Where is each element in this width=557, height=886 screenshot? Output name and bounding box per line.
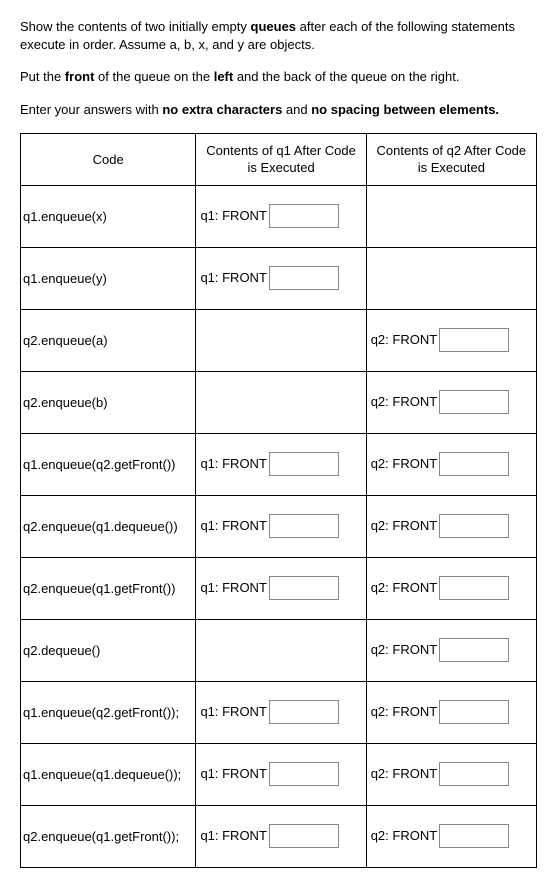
q2-answer-input[interactable] [439, 638, 509, 662]
text: Enter your answers with [20, 102, 162, 117]
table-row: q2.dequeue() q2: FRONT [21, 619, 537, 681]
text: of the queue on the [94, 69, 213, 84]
header-code: Code [21, 133, 196, 185]
table-row: q1.enqueue(q1.dequeue()); q1: FRONT q2: FR… [21, 743, 537, 805]
instruction-line-3: Enter your answers with no extra charact… [20, 101, 537, 119]
q2-front-label: q2: FRONT [371, 518, 437, 533]
text: Show the contents of two initially empty [20, 19, 251, 34]
q1-answer-input[interactable] [269, 204, 339, 228]
q2-cell: q2: FRONT [366, 557, 536, 619]
q1-answer-input[interactable] [269, 824, 339, 848]
q2-cell: q2: FRONT [366, 495, 536, 557]
q1-cell: q1: FRONT [196, 743, 366, 805]
bold-text: no extra characters [162, 102, 282, 117]
instructions: Show the contents of two initially empty… [20, 18, 537, 119]
bold-text: front [65, 69, 95, 84]
code-cell: q2.enqueue(q1.getFront()); [21, 805, 196, 867]
q2-answer-input[interactable] [439, 762, 509, 786]
code-cell: q2.enqueue(a) [21, 309, 196, 371]
q2-answer-input[interactable] [439, 390, 509, 414]
q2-cell: q2: FRONT [366, 371, 536, 433]
q2-answer-input[interactable] [439, 514, 509, 538]
code-cell: q2.dequeue() [21, 619, 196, 681]
table-row: q1.enqueue(x) q1: FRONT [21, 185, 537, 247]
q1-cell: q1: FRONT [196, 185, 366, 247]
table-row: q2.enqueue(q1.getFront()); q1: FRONT q2: F… [21, 805, 537, 867]
q2-cell [366, 247, 536, 309]
table-row: q2.enqueue(q1.dequeue()) q1: FRONT q2: FRO… [21, 495, 537, 557]
bold-text: queues [251, 19, 297, 34]
bold-text: left [214, 69, 234, 84]
q1-front-label: q1: FRONT [200, 518, 266, 533]
q2-front-label: q2: FRONT [371, 828, 437, 843]
code-cell: q2.enqueue(q1.getFront()) [21, 557, 196, 619]
q2-front-label: q2: FRONT [371, 642, 437, 657]
q1-answer-input[interactable] [269, 576, 339, 600]
table-row: q2.enqueue(q1.getFront()) q1: FRONT q2: FR… [21, 557, 537, 619]
q1-front-label: q1: FRONT [200, 456, 266, 471]
header-q1: Contents of q1 After Code is Executed [196, 133, 366, 185]
q1-cell: q1: FRONT [196, 247, 366, 309]
q1-answer-input[interactable] [269, 514, 339, 538]
q1-front-label: q1: FRONT [200, 270, 266, 285]
table-row: q1.enqueue(q2.getFront()) q1: FRONT q2: FR… [21, 433, 537, 495]
code-cell: q1.enqueue(q1.dequeue()); [21, 743, 196, 805]
q1-front-label: q1: FRONT [200, 704, 266, 719]
q1-front-label: q1: FRONT [200, 580, 266, 595]
q2-cell: q2: FRONT [366, 681, 536, 743]
q1-front-label: q1: FRONT [200, 766, 266, 781]
q2-answer-input[interactable] [439, 700, 509, 724]
q1-cell: q1: FRONT [196, 805, 366, 867]
code-cell: q2.enqueue(b) [21, 371, 196, 433]
q1-cell: q1: FRONT [196, 433, 366, 495]
table-row: q2.enqueue(a) q2: FRONT [21, 309, 537, 371]
text: Put the [20, 69, 65, 84]
code-cell: q1.enqueue(q2.getFront()); [21, 681, 196, 743]
code-cell: q2.enqueue(q1.dequeue()) [21, 495, 196, 557]
q1-cell: q1: FRONT [196, 681, 366, 743]
q2-front-label: q2: FRONT [371, 704, 437, 719]
q1-cell: q1: FRONT [196, 495, 366, 557]
q2-cell: q2: FRONT [366, 805, 536, 867]
q2-cell: q2: FRONT [366, 743, 536, 805]
text: and [282, 102, 311, 117]
q1-answer-input[interactable] [269, 762, 339, 786]
q1-cell [196, 309, 366, 371]
q1-cell: q1: FRONT [196, 557, 366, 619]
q1-answer-input[interactable] [269, 266, 339, 290]
q2-front-label: q2: FRONT [371, 394, 437, 409]
instruction-line-2: Put the front of the queue on the left a… [20, 68, 537, 86]
q2-front-label: q2: FRONT [371, 332, 437, 347]
q1-answer-input[interactable] [269, 452, 339, 476]
q2-front-label: q2: FRONT [371, 456, 437, 471]
q1-front-label: q1: FRONT [200, 828, 266, 843]
q2-answer-input[interactable] [439, 576, 509, 600]
text: and the back of the queue on the right. [233, 69, 459, 84]
code-cell: q1.enqueue(q2.getFront()) [21, 433, 196, 495]
queue-table: Code Contents of q1 After Code is Execut… [20, 133, 537, 868]
table-row: q1.enqueue(y) q1: FRONT [21, 247, 537, 309]
q1-cell [196, 619, 366, 681]
q2-front-label: q2: FRONT [371, 580, 437, 595]
header-q2: Contents of q2 After Code is Executed [366, 133, 536, 185]
bold-text: no spacing between elements. [311, 102, 499, 117]
q2-cell: q2: FRONT [366, 619, 536, 681]
q1-cell [196, 371, 366, 433]
instruction-line-1: Show the contents of two initially empty… [20, 18, 537, 54]
q2-cell: q2: FRONT [366, 309, 536, 371]
q2-cell [366, 185, 536, 247]
table-row: q2.enqueue(b) q2: FRONT [21, 371, 537, 433]
q2-answer-input[interactable] [439, 824, 509, 848]
q2-answer-input[interactable] [439, 452, 509, 476]
q1-front-label: q1: FRONT [200, 208, 266, 223]
table-row: q1.enqueue(q2.getFront()); q1: FRONT q2: F… [21, 681, 537, 743]
q1-answer-input[interactable] [269, 700, 339, 724]
q2-answer-input[interactable] [439, 328, 509, 352]
code-cell: q1.enqueue(y) [21, 247, 196, 309]
q2-front-label: q2: FRONT [371, 766, 437, 781]
q2-cell: q2: FRONT [366, 433, 536, 495]
code-cell: q1.enqueue(x) [21, 185, 196, 247]
